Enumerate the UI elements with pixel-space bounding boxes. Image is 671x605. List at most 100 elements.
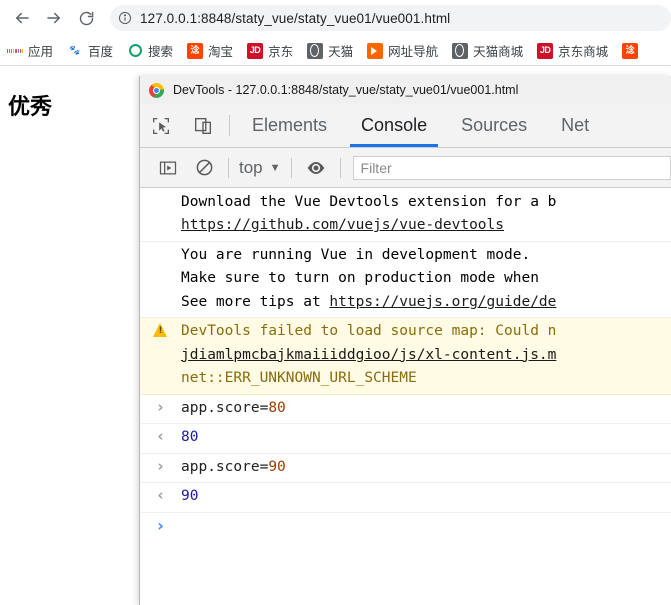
bookmark-label: 淘宝 bbox=[208, 45, 234, 59]
address-bar-url: 127.0.0.1:8848/staty_vue/staty_vue01/vue… bbox=[140, 10, 451, 26]
tab-label: Net bbox=[561, 115, 590, 135]
console-message-warning: DevTools failed to load source map: Coul… bbox=[140, 318, 671, 395]
back-button[interactable] bbox=[8, 4, 36, 32]
message-gutter bbox=[140, 320, 181, 390]
bookmark-label: 网址导航 bbox=[388, 45, 439, 59]
device-toolbar-icon bbox=[194, 117, 212, 134]
message-gutter bbox=[140, 191, 181, 238]
message-line: Make sure to turn on production mode whe… bbox=[181, 270, 539, 287]
tab-console[interactable]: Console bbox=[344, 104, 444, 147]
console-prompt-input[interactable] bbox=[181, 515, 671, 534]
input-arrow-icon: › bbox=[157, 456, 164, 475]
message-link[interactable]: https://vuejs.org/guide/de bbox=[329, 294, 556, 310]
clear-console-button[interactable] bbox=[186, 153, 222, 183]
expression-text: app.score= bbox=[181, 399, 269, 416]
bookmark-baidu[interactable]: 🐾 百度 bbox=[67, 41, 113, 60]
message-body: 90 bbox=[181, 485, 671, 508]
info-circle-icon[interactable] bbox=[118, 11, 132, 25]
console-prompt-row[interactable]: › bbox=[140, 513, 671, 537]
bookmark-label: 搜索 bbox=[148, 45, 174, 59]
chevron-down-icon: ▼ bbox=[269, 161, 281, 174]
message-gutter: ‹ bbox=[140, 485, 181, 508]
console-message-log: Download the Vue Devtools extension for … bbox=[140, 189, 671, 242]
expression-number: 80 bbox=[268, 399, 286, 416]
console-result: ‹ 80 bbox=[140, 424, 671, 454]
console-filter-placeholder: Filter bbox=[360, 159, 392, 176]
taobao-icon: 淰 bbox=[622, 42, 639, 59]
result-value: 80 bbox=[181, 429, 199, 446]
bookmark-jd[interactable]: JD 京东 bbox=[247, 41, 293, 60]
live-expression-button[interactable] bbox=[298, 153, 334, 183]
so-circle-icon bbox=[127, 43, 143, 59]
message-line: You are running Vue in development mode. bbox=[181, 246, 531, 263]
message-line: Download the Vue Devtools extension for … bbox=[181, 194, 557, 210]
tab-network[interactable]: Net bbox=[544, 104, 606, 147]
tab-sources[interactable]: Sources bbox=[444, 104, 544, 147]
devtools-titlebar[interactable]: DevTools - 127.0.0.1:8848/staty_vue/stat… bbox=[140, 76, 671, 104]
bookmark-taobao[interactable]: 淰 淘宝 bbox=[187, 41, 233, 60]
console-input-echo: › app.score=90 bbox=[140, 454, 671, 484]
message-line: net::ERR_UNKNOWN_URL_SCHEME bbox=[181, 370, 417, 387]
console-filter-input[interactable]: Filter bbox=[352, 155, 671, 180]
console-sidebar-icon bbox=[159, 161, 177, 174]
chrome-logo-icon bbox=[149, 82, 164, 98]
live-expression-eye-icon bbox=[307, 161, 324, 174]
tabstrip-divider bbox=[229, 115, 230, 136]
output-arrow-icon: ‹ bbox=[157, 427, 164, 446]
bookmark-label: 天猫 bbox=[328, 45, 354, 59]
devtools-window-title: DevTools - 127.0.0.1:8848/staty_vue/stat… bbox=[173, 83, 519, 97]
toggle-device-toolbar-button[interactable] bbox=[182, 104, 224, 147]
tab-elements[interactable]: Elements bbox=[235, 104, 344, 147]
message-link[interactable]: https://github.com/vuejs/vue-devtools bbox=[181, 214, 669, 237]
message-body: DevTools failed to load source map: Coul… bbox=[181, 320, 671, 390]
console-toolbar-divider bbox=[290, 157, 292, 178]
bookmark-tmall[interactable]: 天猫 bbox=[307, 41, 353, 60]
bookmark-apps[interactable]: 应用 bbox=[7, 41, 53, 60]
inspect-element-button[interactable] bbox=[140, 104, 182, 147]
console-message-list[interactable]: Download the Vue Devtools extension for … bbox=[140, 189, 671, 605]
message-line-text: See more tips at bbox=[181, 293, 330, 310]
console-toolbar: top ▼ Filter bbox=[140, 148, 671, 188]
reload-icon bbox=[79, 11, 93, 25]
output-arrow-icon: ‹ bbox=[157, 486, 164, 505]
address-bar[interactable]: 127.0.0.1:8848/staty_vue/staty_vue01/vue… bbox=[110, 5, 671, 31]
jd-icon: JD bbox=[247, 42, 264, 59]
bookmark-search[interactable]: 搜索 bbox=[127, 41, 173, 60]
forward-arrow-icon bbox=[47, 12, 60, 24]
toggle-console-sidebar-button[interactable] bbox=[150, 153, 186, 183]
taobao-icon: 淰 bbox=[187, 42, 204, 59]
devtools-window: DevTools - 127.0.0.1:8848/staty_vue/stat… bbox=[139, 76, 671, 605]
globe-icon bbox=[452, 42, 469, 59]
nav-triangle-icon bbox=[367, 42, 384, 59]
message-body: 80 bbox=[181, 426, 671, 449]
bookmarks-bar: 应用 🐾 百度 搜索 淰 淘宝 JD 京东 天猫 网址导航 天猫商城 JD 京东… bbox=[0, 36, 671, 66]
message-gutter: ‹ bbox=[140, 426, 181, 449]
bookmark-label: 京东商城 bbox=[558, 45, 609, 59]
forward-button[interactable] bbox=[40, 4, 68, 32]
back-arrow-icon bbox=[16, 12, 29, 24]
execution-context-value: top bbox=[239, 157, 263, 177]
globe-icon bbox=[307, 42, 324, 59]
bookmark-label: 百度 bbox=[88, 45, 114, 59]
reload-button[interactable] bbox=[72, 4, 100, 32]
baidu-paw-icon: 🐾 bbox=[69, 45, 81, 55]
message-body: You are running Vue in development mode.… bbox=[181, 244, 671, 314]
console-message-log: You are running Vue in development mode.… bbox=[140, 242, 671, 319]
input-arrow-icon: › bbox=[157, 397, 164, 416]
browser-toolbar: 127.0.0.1:8848/staty_vue/staty_vue01/vue… bbox=[0, 0, 671, 36]
tab-label: Console bbox=[361, 115, 428, 135]
bookmark-taobao-partial[interactable]: 淰 bbox=[622, 42, 643, 59]
execution-context-selector[interactable]: top ▼ bbox=[235, 158, 285, 178]
warning-triangle-icon bbox=[153, 323, 168, 338]
message-gutter: › bbox=[140, 456, 181, 479]
bookmark-label: 天猫商城 bbox=[473, 45, 524, 59]
message-line: DevTools failed to load source map: Coul… bbox=[181, 323, 557, 340]
bookmark-jd-mall[interactable]: JD 京东商城 bbox=[537, 41, 608, 60]
clear-console-icon bbox=[196, 159, 212, 176]
message-link[interactable]: jdiamlpmcbajkmaiiiddgioo/js/xl-content.j… bbox=[181, 344, 669, 367]
apps-grid-icon bbox=[7, 43, 23, 59]
bookmark-tmall-mall[interactable]: 天猫商城 bbox=[452, 41, 523, 60]
bookmark-site-nav[interactable]: 网址导航 bbox=[367, 41, 438, 60]
message-body: app.score=80 bbox=[181, 397, 671, 420]
jd-icon: JD bbox=[537, 42, 554, 59]
